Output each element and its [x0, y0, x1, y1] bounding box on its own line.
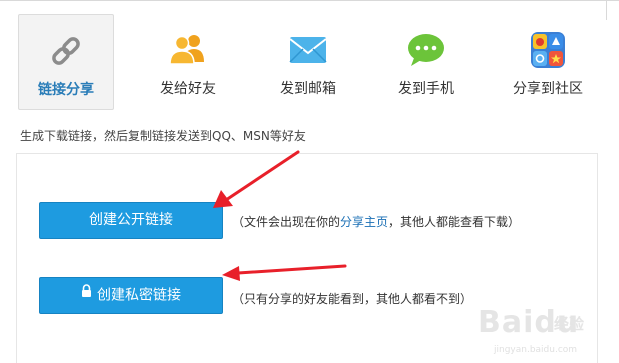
share-tab-bar: 链接分享 发给好友 发到邮箱 发到手机 分享到社区 — [0, 14, 619, 110]
tab-send-friends[interactable]: 发给好友 — [140, 14, 236, 110]
friends-icon — [168, 32, 208, 68]
button-label: 创建公开链接 — [89, 212, 173, 228]
note-text: ，其他人都能查看下载） — [388, 215, 521, 229]
message-bubble-icon — [406, 32, 446, 68]
create-private-link-button[interactable]: 创建私密链接 — [39, 277, 223, 314]
public-link-note: （文件会出现在你的分享主页，其他人都能查看下载） — [232, 213, 520, 230]
link-icon — [46, 33, 86, 69]
tab-send-phone[interactable]: 发到手机 — [378, 14, 474, 110]
tab-label: 发给好友 — [160, 81, 216, 97]
button-label: 创建私密链接 — [97, 287, 181, 304]
tab-share-community[interactable]: 分享到社区 — [500, 14, 596, 110]
watermark-url: jingyan.baidu.com — [494, 345, 578, 355]
share-description: 生成下载链接，然后复制链接发送到QQ、MSN等好友 — [20, 129, 306, 143]
watermark-brand-cn: 经验 — [554, 315, 585, 333]
lock-icon — [81, 276, 92, 311]
share-homepage-link[interactable]: 分享主页 — [340, 215, 388, 229]
note-text: （文件会出现在你的 — [232, 215, 341, 229]
tab-link-share[interactable]: 链接分享 — [18, 14, 114, 110]
community-apps-icon — [528, 32, 568, 68]
mail-icon — [288, 32, 328, 68]
tab-send-email[interactable]: 发到邮箱 — [260, 14, 356, 110]
private-link-note: （只有分享的好友能看到，其他人都看不到） — [232, 292, 473, 306]
top-border — [0, 0, 619, 1]
tab-label: 分享到社区 — [513, 81, 583, 97]
tab-label: 发到邮箱 — [280, 81, 336, 97]
tab-label: 链接分享 — [38, 82, 94, 98]
baidu-jingyan-watermark: Baidu 经验 jingyan.baidu.com — [478, 305, 608, 361]
tab-label: 发到手机 — [398, 81, 454, 97]
create-public-link-button[interactable]: 创建公开链接 — [39, 202, 223, 239]
